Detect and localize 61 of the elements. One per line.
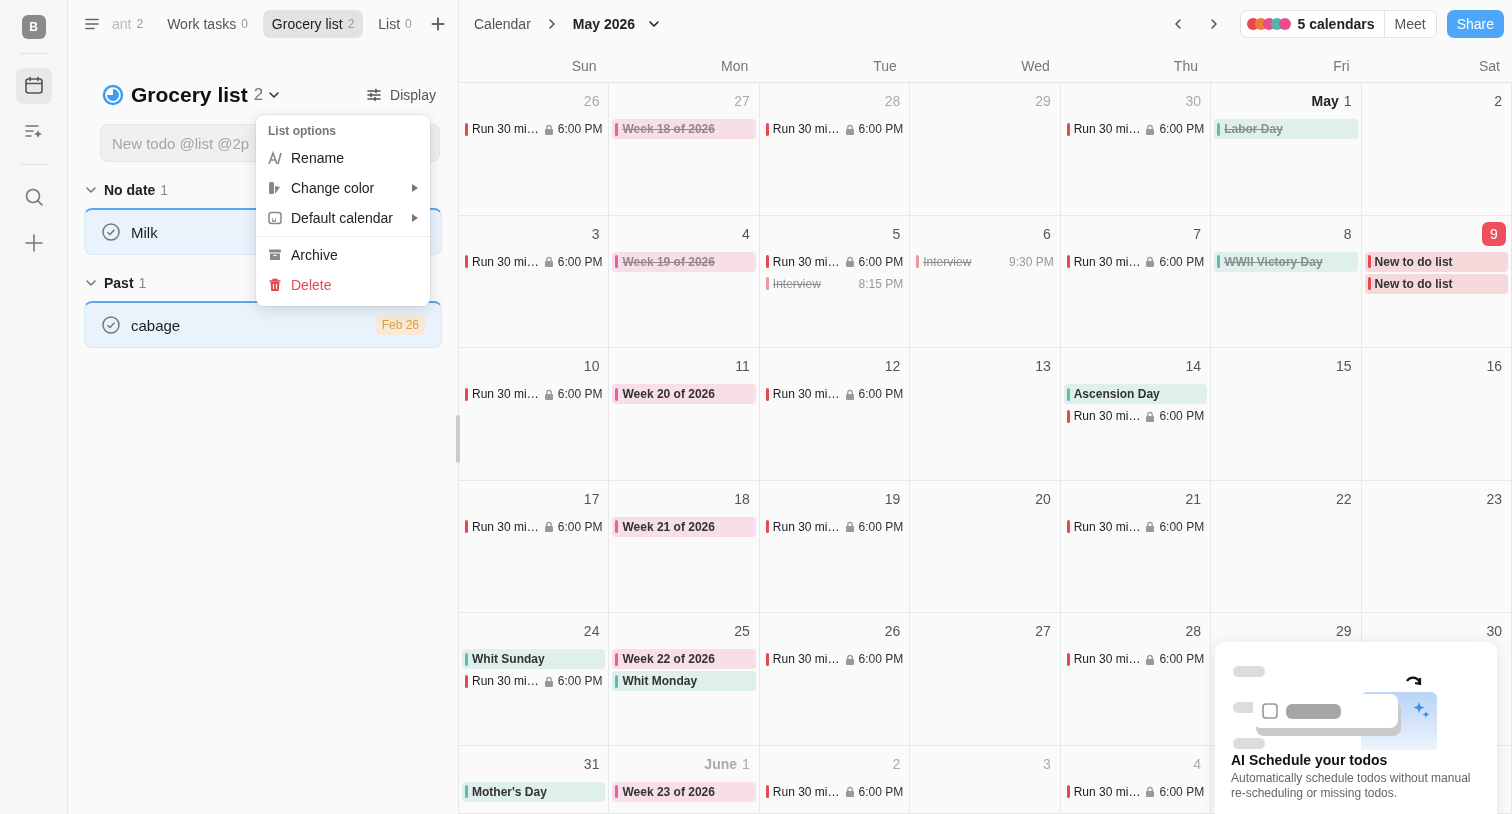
weekday-label: Sat <box>1478 57 1501 76</box>
date-number: 22 <box>1336 490 1352 507</box>
date-number: 1 <box>742 755 750 772</box>
weekday-label: Thu <box>1172 57 1199 76</box>
date-number: 10 <box>583 358 600 374</box>
list-count: 2 <box>253 85 264 105</box>
date-number: 26 <box>884 623 901 639</box>
date-number: 30 <box>1185 93 1202 109</box>
date-number: 29 <box>1336 623 1352 639</box>
date-number: 6 <box>1042 225 1051 242</box>
menu-header: List options <box>267 123 337 140</box>
date-number: 24 <box>583 623 600 639</box>
group-label: No date <box>104 182 156 198</box>
group-label: Past <box>104 275 134 291</box>
date-number: 1 <box>1343 93 1352 109</box>
month-label: June <box>704 755 738 772</box>
promo-description: Automatically schedule todos without manual re-scheduling or missing todos. <box>1231 771 1471 801</box>
date-number: 12 <box>884 358 901 374</box>
date-number: 19 <box>884 490 901 507</box>
date-number: 15 <box>1336 358 1352 374</box>
date-number: 29 <box>1035 93 1051 109</box>
date-number: 16 <box>1486 358 1502 374</box>
todo-title: Milk <box>131 223 158 241</box>
today-badge: 9 <box>1482 221 1506 246</box>
date-number: 20 <box>1035 490 1051 507</box>
date-number: 23 <box>1486 490 1502 507</box>
month-label: May <box>1311 93 1339 109</box>
date-number: 14 <box>1185 358 1202 374</box>
date-number: 13 <box>1035 358 1051 374</box>
date-number: 2 <box>892 755 901 772</box>
date-number: 11 <box>735 358 750 374</box>
weekday-label: Sun <box>570 57 598 76</box>
group-count: 1 <box>138 275 147 291</box>
date-number: 28 <box>884 93 901 109</box>
weekday-label: Wed <box>1020 57 1051 76</box>
date-number: 17 <box>583 490 600 507</box>
weekday-label: Tue <box>872 57 898 76</box>
date-number: 30 <box>1486 623 1502 639</box>
date-number: 27 <box>1035 623 1051 639</box>
list-title: Grocery list <box>131 83 248 107</box>
date-number: 18 <box>734 490 750 507</box>
date-number: 2 <box>1494 93 1502 109</box>
weekday-label: Fri <box>1332 57 1351 76</box>
date-number: 5 <box>892 225 901 242</box>
weekday-label: Mon <box>720 57 750 76</box>
date-number: 7 <box>1193 225 1202 242</box>
date-number: 4 <box>1193 755 1202 772</box>
date-number: 3 <box>591 225 600 242</box>
date-number: 28 <box>1185 623 1202 639</box>
date-number: 8 <box>1343 225 1352 242</box>
date-number: 4 <box>742 225 750 242</box>
date-badge: Feb 26 <box>375 315 425 335</box>
date-number: 21 <box>1185 490 1202 507</box>
promo-title: AI Schedule your todos <box>1231 752 1389 768</box>
date-number: 25 <box>734 623 750 639</box>
date-number: 27 <box>734 93 750 109</box>
date-number: 26 <box>583 93 600 109</box>
date-number: 31 <box>583 755 600 772</box>
group-count: 1 <box>160 182 169 198</box>
todo-title: cabage <box>131 316 181 334</box>
date-number: 3 <box>1042 755 1051 772</box>
